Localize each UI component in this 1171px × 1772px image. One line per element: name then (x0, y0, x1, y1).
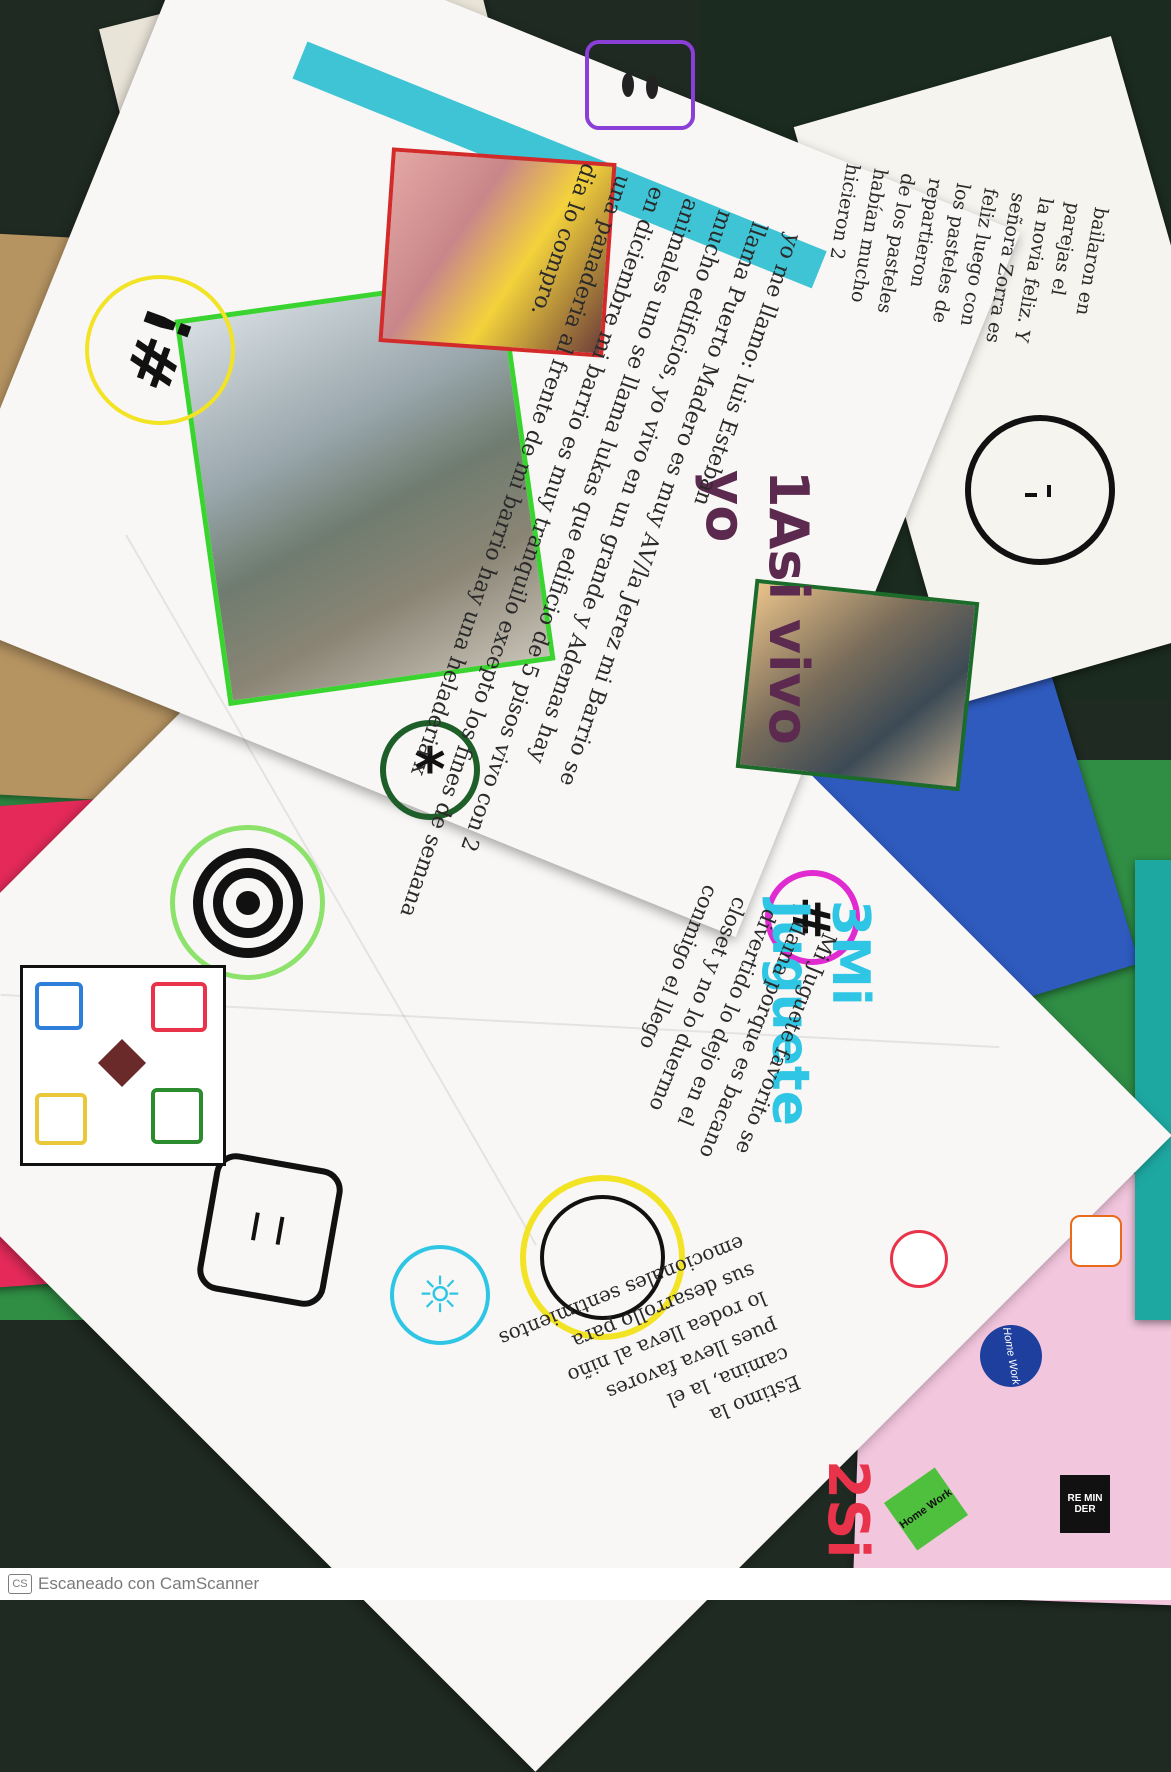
trip-heading: 2Si (815, 1460, 880, 1559)
book-teal (1135, 860, 1171, 1320)
reminder-sticker: RE MIN DER (1060, 1475, 1110, 1533)
intro-heading: 1Asi vivo yo (694, 470, 820, 745)
hashtag-icon: #! (85, 275, 235, 425)
smiley-icon (965, 415, 1115, 565)
hotdog-sticker (890, 1230, 948, 1288)
target-icon (170, 825, 325, 980)
ludo-board-icon (20, 965, 226, 1166)
eyes-sticker (1070, 1215, 1122, 1267)
sun-icon: ☼ (390, 1245, 490, 1345)
scanner-footer-text: Escaneado con CamScanner (38, 1574, 260, 1593)
footprints-icon (585, 40, 695, 130)
camscanner-logo-icon: CS (8, 1574, 32, 1594)
square-face-icon (193, 1149, 347, 1311)
scanner-footer: CS Escaneado con CamScanner (0, 1568, 1171, 1600)
